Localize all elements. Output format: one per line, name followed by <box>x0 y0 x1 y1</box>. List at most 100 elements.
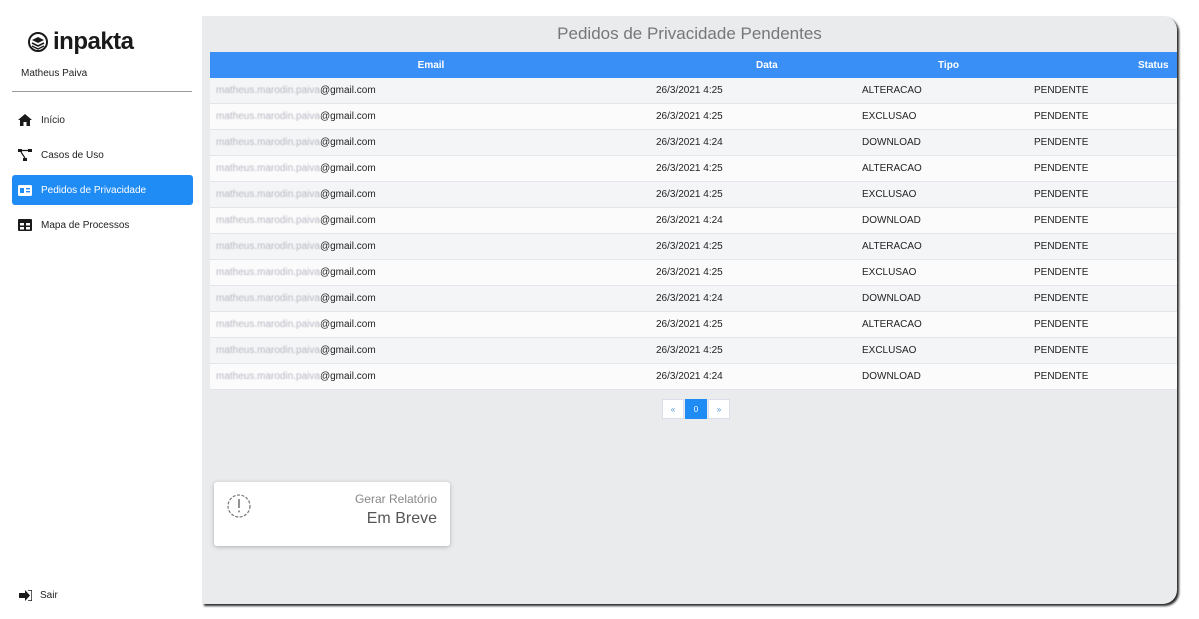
pagination-next-button[interactable]: » <box>708 399 730 419</box>
cell-email: matheus.marodin.paiva@gmail.com <box>210 163 652 174</box>
sidebar-item-label: Mapa de Processos <box>41 219 130 231</box>
sidebar: inpakta Matheus Paiva Início Casos de Us… <box>0 0 202 619</box>
cell-email: matheus.marodin.paiva@gmail.com <box>210 189 652 200</box>
table-row[interactable]: matheus.marodin.paiva@gmail.com 26/3/2021… <box>210 78 1177 104</box>
email-domain: @gmail.com <box>319 215 376 226</box>
cell-email: matheus.marodin.paiva@gmail.com <box>210 267 652 278</box>
pagination-page-button[interactable]: 0 <box>685 399 707 419</box>
cell-status: PENDENTE <box>1034 137 1089 148</box>
email-domain: @gmail.com <box>319 189 376 200</box>
user-name: Matheus Paiva <box>21 68 88 79</box>
app-window: inpakta Matheus Paiva Início Casos de Us… <box>0 0 1199 619</box>
cell-tipo: ALTERACAO <box>862 163 922 174</box>
table-row[interactable]: matheus.marodin.paiva@gmail.com 26/3/2021… <box>210 208 1177 234</box>
report-card-value: Em Breve <box>366 510 437 527</box>
logo: inpakta <box>27 28 134 56</box>
email-domain: @gmail.com <box>319 163 376 174</box>
column-header-data[interactable]: Data <box>652 60 938 71</box>
cell-tipo: EXCLUSAO <box>862 345 917 356</box>
logo-text: inpakta <box>53 28 134 55</box>
cell-status: PENDENTE <box>1034 293 1089 304</box>
sidebar-item-inicio[interactable]: Início <box>12 105 193 135</box>
table-row[interactable]: matheus.marodin.paiva@gmail.com 26/3/2021… <box>210 364 1177 390</box>
email-domain: @gmail.com <box>319 111 376 122</box>
cell-tipo: ALTERACAO <box>862 241 922 252</box>
pagination-prev-button[interactable]: « <box>662 399 684 419</box>
cell-status: PENDENTE <box>1034 163 1089 174</box>
table-row[interactable]: matheus.marodin.paiva@gmail.com 26/3/2021… <box>210 260 1177 286</box>
sidebar-item-mapa-de-processos[interactable]: Mapa de Processos <box>12 210 193 240</box>
cell-email: matheus.marodin.paiva@gmail.com <box>210 293 652 304</box>
cell-data: 26/3/2021 4:25 <box>656 241 723 252</box>
table-row[interactable]: matheus.marodin.paiva@gmail.com 26/3/2021… <box>210 130 1177 156</box>
logout-button[interactable]: Sair <box>19 590 58 601</box>
cell-status: PENDENTE <box>1034 319 1089 330</box>
email-domain: @gmail.com <box>319 319 376 330</box>
cell-data: 26/3/2021 4:25 <box>656 85 723 96</box>
cell-data: 26/3/2021 4:25 <box>656 189 723 200</box>
report-card[interactable]: Gerar Relatório Em Breve <box>214 482 450 546</box>
cell-status: PENDENTE <box>1034 241 1089 252</box>
cell-status: PENDENTE <box>1034 111 1089 122</box>
diagram-icon <box>18 149 32 161</box>
email-user-redacted: matheus.marodin.paiva <box>216 85 320 96</box>
pagination: « 0 » <box>662 399 730 419</box>
main-panel: Pedidos de Privacidade Pendentes Email D… <box>202 16 1177 604</box>
cell-data: 26/3/2021 4:24 <box>656 215 723 226</box>
cell-tipo: EXCLUSAO <box>862 189 917 200</box>
table-row[interactable]: matheus.marodin.paiva@gmail.com 26/3/2021… <box>210 338 1177 364</box>
table-row[interactable]: matheus.marodin.paiva@gmail.com 26/3/2021… <box>210 104 1177 130</box>
cell-tipo: DOWNLOAD <box>862 371 921 382</box>
cell-data: 26/3/2021 4:24 <box>656 137 723 148</box>
sidebar-item-label: Pedidos de Privacidade <box>41 184 147 196</box>
alert-circle-icon <box>227 494 251 518</box>
email-domain: @gmail.com <box>319 241 376 252</box>
email-user-redacted: matheus.marodin.paiva <box>216 137 320 148</box>
table-row[interactable]: matheus.marodin.paiva@gmail.com 26/3/2021… <box>210 286 1177 312</box>
cell-data: 26/3/2021 4:25 <box>656 163 723 174</box>
email-domain: @gmail.com <box>319 137 376 148</box>
cell-status: PENDENTE <box>1034 345 1089 356</box>
column-header-tipo[interactable]: Tipo <box>938 60 1078 71</box>
sign-out-icon <box>19 590 32 601</box>
sidebar-item-casos-de-uso[interactable]: Casos de Uso <box>12 140 193 170</box>
email-domain: @gmail.com <box>319 345 376 356</box>
cell-data: 26/3/2021 4:25 <box>656 319 723 330</box>
cell-email: matheus.marodin.paiva@gmail.com <box>210 345 652 356</box>
table-row[interactable]: matheus.marodin.paiva@gmail.com 26/3/2021… <box>210 156 1177 182</box>
table-icon <box>18 219 32 231</box>
sidebar-item-label: Início <box>41 114 65 126</box>
email-user-redacted: matheus.marodin.paiva <box>216 241 320 252</box>
table-body: matheus.marodin.paiva@gmail.com 26/3/2021… <box>210 78 1177 390</box>
table-row[interactable]: matheus.marodin.paiva@gmail.com 26/3/2021… <box>210 182 1177 208</box>
home-icon <box>18 114 32 126</box>
cell-email: matheus.marodin.paiva@gmail.com <box>210 111 652 122</box>
cell-email: matheus.marodin.paiva@gmail.com <box>210 371 652 382</box>
cell-tipo: EXCLUSAO <box>862 111 917 122</box>
email-domain: @gmail.com <box>319 85 376 96</box>
email-user-redacted: matheus.marodin.paiva <box>216 163 320 174</box>
cell-tipo: EXCLUSAO <box>862 267 917 278</box>
table-row[interactable]: matheus.marodin.paiva@gmail.com 26/3/2021… <box>210 312 1177 338</box>
cell-data: 26/3/2021 4:24 <box>656 371 723 382</box>
cell-tipo: ALTERACAO <box>862 85 922 96</box>
email-user-redacted: matheus.marodin.paiva <box>216 111 320 122</box>
column-header-status[interactable]: Status <box>1078 60 1177 71</box>
cell-tipo: DOWNLOAD <box>862 215 921 226</box>
cell-tipo: DOWNLOAD <box>862 137 921 148</box>
column-header-email[interactable]: Email <box>210 60 652 71</box>
cell-data: 26/3/2021 4:25 <box>656 111 723 122</box>
table-row[interactable]: matheus.marodin.paiva@gmail.com 26/3/2021… <box>210 234 1177 260</box>
email-user-redacted: matheus.marodin.paiva <box>216 215 320 226</box>
email-user-redacted: matheus.marodin.paiva <box>216 293 320 304</box>
cell-email: matheus.marodin.paiva@gmail.com <box>210 85 652 96</box>
sidebar-item-label: Casos de Uso <box>41 149 104 161</box>
cell-status: PENDENTE <box>1034 371 1089 382</box>
sidebar-item-pedidos-de-privacidade[interactable]: Pedidos de Privacidade <box>12 175 193 205</box>
cell-data: 26/3/2021 4:24 <box>656 293 723 304</box>
privacy-requests-table: Email Data Tipo Status matheus.marodin.p… <box>210 52 1177 390</box>
email-domain: @gmail.com <box>319 267 376 278</box>
cell-status: PENDENTE <box>1034 189 1089 200</box>
report-card-label: Gerar Relatório <box>354 492 437 506</box>
cell-status: PENDENTE <box>1034 85 1089 96</box>
